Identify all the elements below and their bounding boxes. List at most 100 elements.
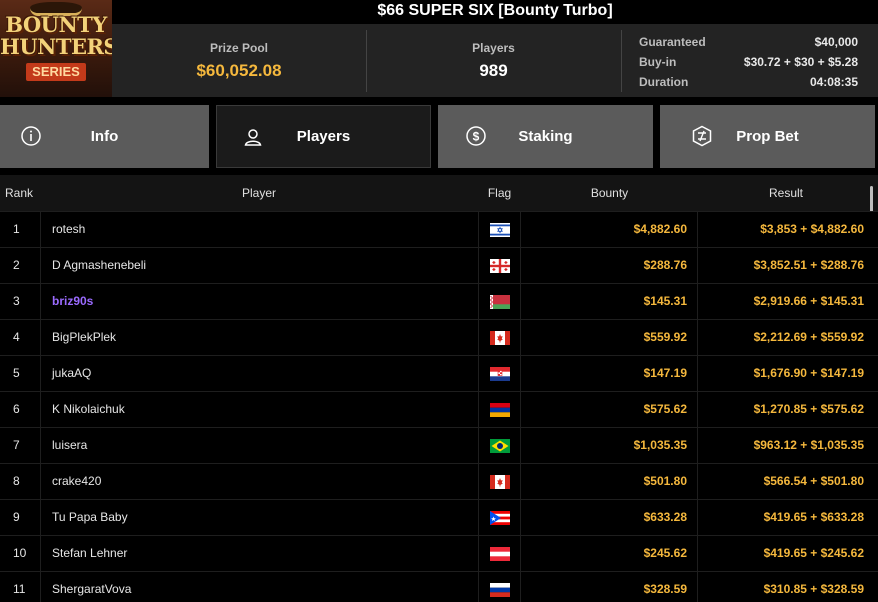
- result-cell: $963.12 + $1,035.35: [753, 438, 864, 452]
- tab-info[interactable]: Info: [0, 105, 209, 168]
- column-header-flag[interactable]: Flag: [478, 175, 521, 211]
- tab-prop-bet[interactable]: Prop Bet: [660, 105, 875, 168]
- georgia-flag-icon: [490, 259, 510, 273]
- table-row[interactable]: 10 Stefan Lehner $245.62 $419.65 + $245.62: [0, 535, 878, 572]
- result-cell: $419.65 + $633.28: [763, 510, 864, 524]
- rank-cell: 5: [13, 366, 20, 380]
- player-name-cell[interactable]: luisera: [40, 428, 478, 464]
- svg-text:$: $: [473, 130, 480, 144]
- logo-text-hunters: HUNTERS: [0, 34, 112, 59]
- result-cell: $3,853 + $4,882.60: [760, 222, 864, 236]
- table-row[interactable]: 5 jukaAQ $147.19 $1,676.90 + $147.19: [0, 355, 878, 392]
- bounty-cell: $328.59: [521, 572, 698, 602]
- brazil-flag-icon: [490, 439, 510, 453]
- series-logo: BOUNTY HUNTERS SERIES: [0, 0, 112, 97]
- russia-flag-icon: [490, 583, 510, 597]
- player-name-cell[interactable]: Tu Papa Baby: [40, 500, 478, 536]
- flag-cell: [478, 320, 521, 356]
- bounty-cell: $4,882.60: [521, 212, 698, 248]
- column-header-rank[interactable]: Rank: [5, 175, 45, 211]
- table-row[interactable]: 4 BigPlekPlek $559.92 $2,212.69 + $559.92: [0, 319, 878, 356]
- table-row[interactable]: 6 K Nikolaichuk $575.62 $1,270.85 + $575.62: [0, 391, 878, 428]
- player-name-cell[interactable]: jukaAQ: [40, 356, 478, 392]
- armenia-flag-icon: [490, 403, 510, 417]
- info-icon: [21, 126, 41, 146]
- table-row[interactable]: 2 D Agmashenebeli $288.76 $3,852.51 + $288.…: [0, 247, 878, 284]
- bounty-cell: $559.92: [521, 320, 698, 356]
- players-stat: Players 989: [366, 24, 621, 97]
- tournament-title: $66 SUPER SIX [Bounty Turbo]: [112, 0, 878, 24]
- tournament-details: Guaranteed $40,000 Buy-in $30.72 + $30 +…: [639, 32, 858, 92]
- croatia-flag-icon: [490, 367, 510, 381]
- flag-cell: [478, 248, 521, 284]
- detail-value: $40,000: [814, 35, 858, 49]
- table-row[interactable]: 8 crake420 $501.80 $566.54 + $501.80: [0, 463, 878, 500]
- tab-bar: Info Players $ Staking Prop Bet: [0, 105, 878, 168]
- flag-cell: [478, 284, 521, 320]
- tab-players[interactable]: Players: [216, 105, 431, 168]
- puerto-rico-flag-icon: [490, 511, 510, 525]
- player-name-cell[interactable]: crake420: [40, 464, 478, 500]
- result-cell: $566.54 + $501.80: [763, 474, 864, 488]
- rank-cell: 9: [13, 510, 20, 524]
- user-icon: [244, 129, 262, 146]
- flag-cell: [478, 428, 521, 464]
- player-name-cell[interactable]: Stefan Lehner: [40, 536, 478, 572]
- column-header-result[interactable]: Result: [698, 175, 874, 211]
- table-row[interactable]: 9 Tu Papa Baby $633.28 $419.65 + $633.28: [0, 499, 878, 536]
- bounty-cell: $575.62: [521, 392, 698, 428]
- detail-row-guaranteed: Guaranteed $40,000: [639, 32, 858, 52]
- prize-pool-value: $60,052.08: [196, 61, 282, 80]
- bounty-cell: $245.62: [521, 536, 698, 572]
- bounty-cell: $145.31: [521, 284, 698, 320]
- bounty-cell: $1,035.35: [521, 428, 698, 464]
- result-cell: $310.85 + $328.59: [763, 582, 864, 596]
- player-name-cell[interactable]: ShergaratVova: [40, 572, 478, 602]
- detail-value: 04:08:35: [809, 75, 858, 89]
- tournament-summary: Prize Pool $60,052.08 Players 989 Guaran…: [112, 24, 878, 97]
- flag-cell: [478, 392, 521, 428]
- tab-staking[interactable]: $ Staking: [438, 105, 653, 168]
- bounty-cell: $633.28: [521, 500, 698, 536]
- player-name-cell[interactable]: D Agmashenebeli: [40, 248, 478, 284]
- rank-cell: 10: [13, 546, 27, 560]
- dollar-coin-icon: $: [466, 126, 486, 146]
- player-name-cell[interactable]: BigPlekPlek: [40, 320, 478, 356]
- bounty-cell: $288.76: [521, 248, 698, 284]
- prize-pool-label: Prize Pool: [209, 41, 268, 55]
- rank-cell: 2: [13, 258, 20, 272]
- column-header-player[interactable]: Player: [40, 175, 478, 211]
- belarus-flag-icon: [490, 295, 510, 309]
- result-cell: $3,852.51 + $288.76: [753, 258, 864, 272]
- table-row[interactable]: 11 ShergaratVova $328.59 $310.85 + $328.59: [0, 571, 878, 602]
- table-row[interactable]: 3 briz90s $145.31 $2,919.66 + $145.31: [0, 283, 878, 320]
- result-cell: $1,676.90 + $147.19: [753, 366, 864, 380]
- rank-cell: 1: [13, 222, 20, 236]
- canada-flag-icon: [490, 331, 510, 345]
- player-name-cell[interactable]: briz90s: [40, 284, 478, 320]
- logo-text-bounty: BOUNTY: [5, 12, 107, 37]
- divider: [621, 30, 622, 92]
- detail-label: Buy-in: [639, 55, 677, 69]
- rank-cell: 6: [13, 402, 20, 416]
- column-header-bounty[interactable]: Bounty: [521, 175, 698, 211]
- prop-bet-icon: [692, 125, 712, 147]
- table-header: Rank Player Flag Bounty Result: [0, 175, 878, 211]
- table-row[interactable]: 1 rotesh $4,882.60 $3,853 + $4,882.60: [0, 211, 878, 248]
- result-cell: $419.65 + $245.62: [763, 546, 864, 560]
- flag-cell: [478, 572, 521, 602]
- logo-text-series: SERIES: [26, 63, 86, 81]
- bounty-cell: $501.80: [521, 464, 698, 500]
- detail-row-duration: Duration 04:08:35: [639, 72, 858, 92]
- flag-cell: [478, 356, 521, 392]
- prize-pool-stat: Prize Pool $60,052.08: [112, 24, 366, 97]
- player-name-cell[interactable]: rotesh: [40, 212, 478, 248]
- detail-value: $30.72 + $30 + $5.28: [743, 55, 858, 69]
- austria-flag-icon: [490, 547, 510, 561]
- players-value: 989: [479, 61, 508, 80]
- flag-cell: [478, 536, 521, 572]
- table-row[interactable]: 7 luisera $1,035.35 $963.12 + $1,035.35: [0, 427, 878, 464]
- result-cell: $2,919.66 + $145.31: [753, 294, 864, 308]
- player-name-cell[interactable]: K Nikolaichuk: [40, 392, 478, 428]
- flag-cell: [478, 212, 521, 248]
